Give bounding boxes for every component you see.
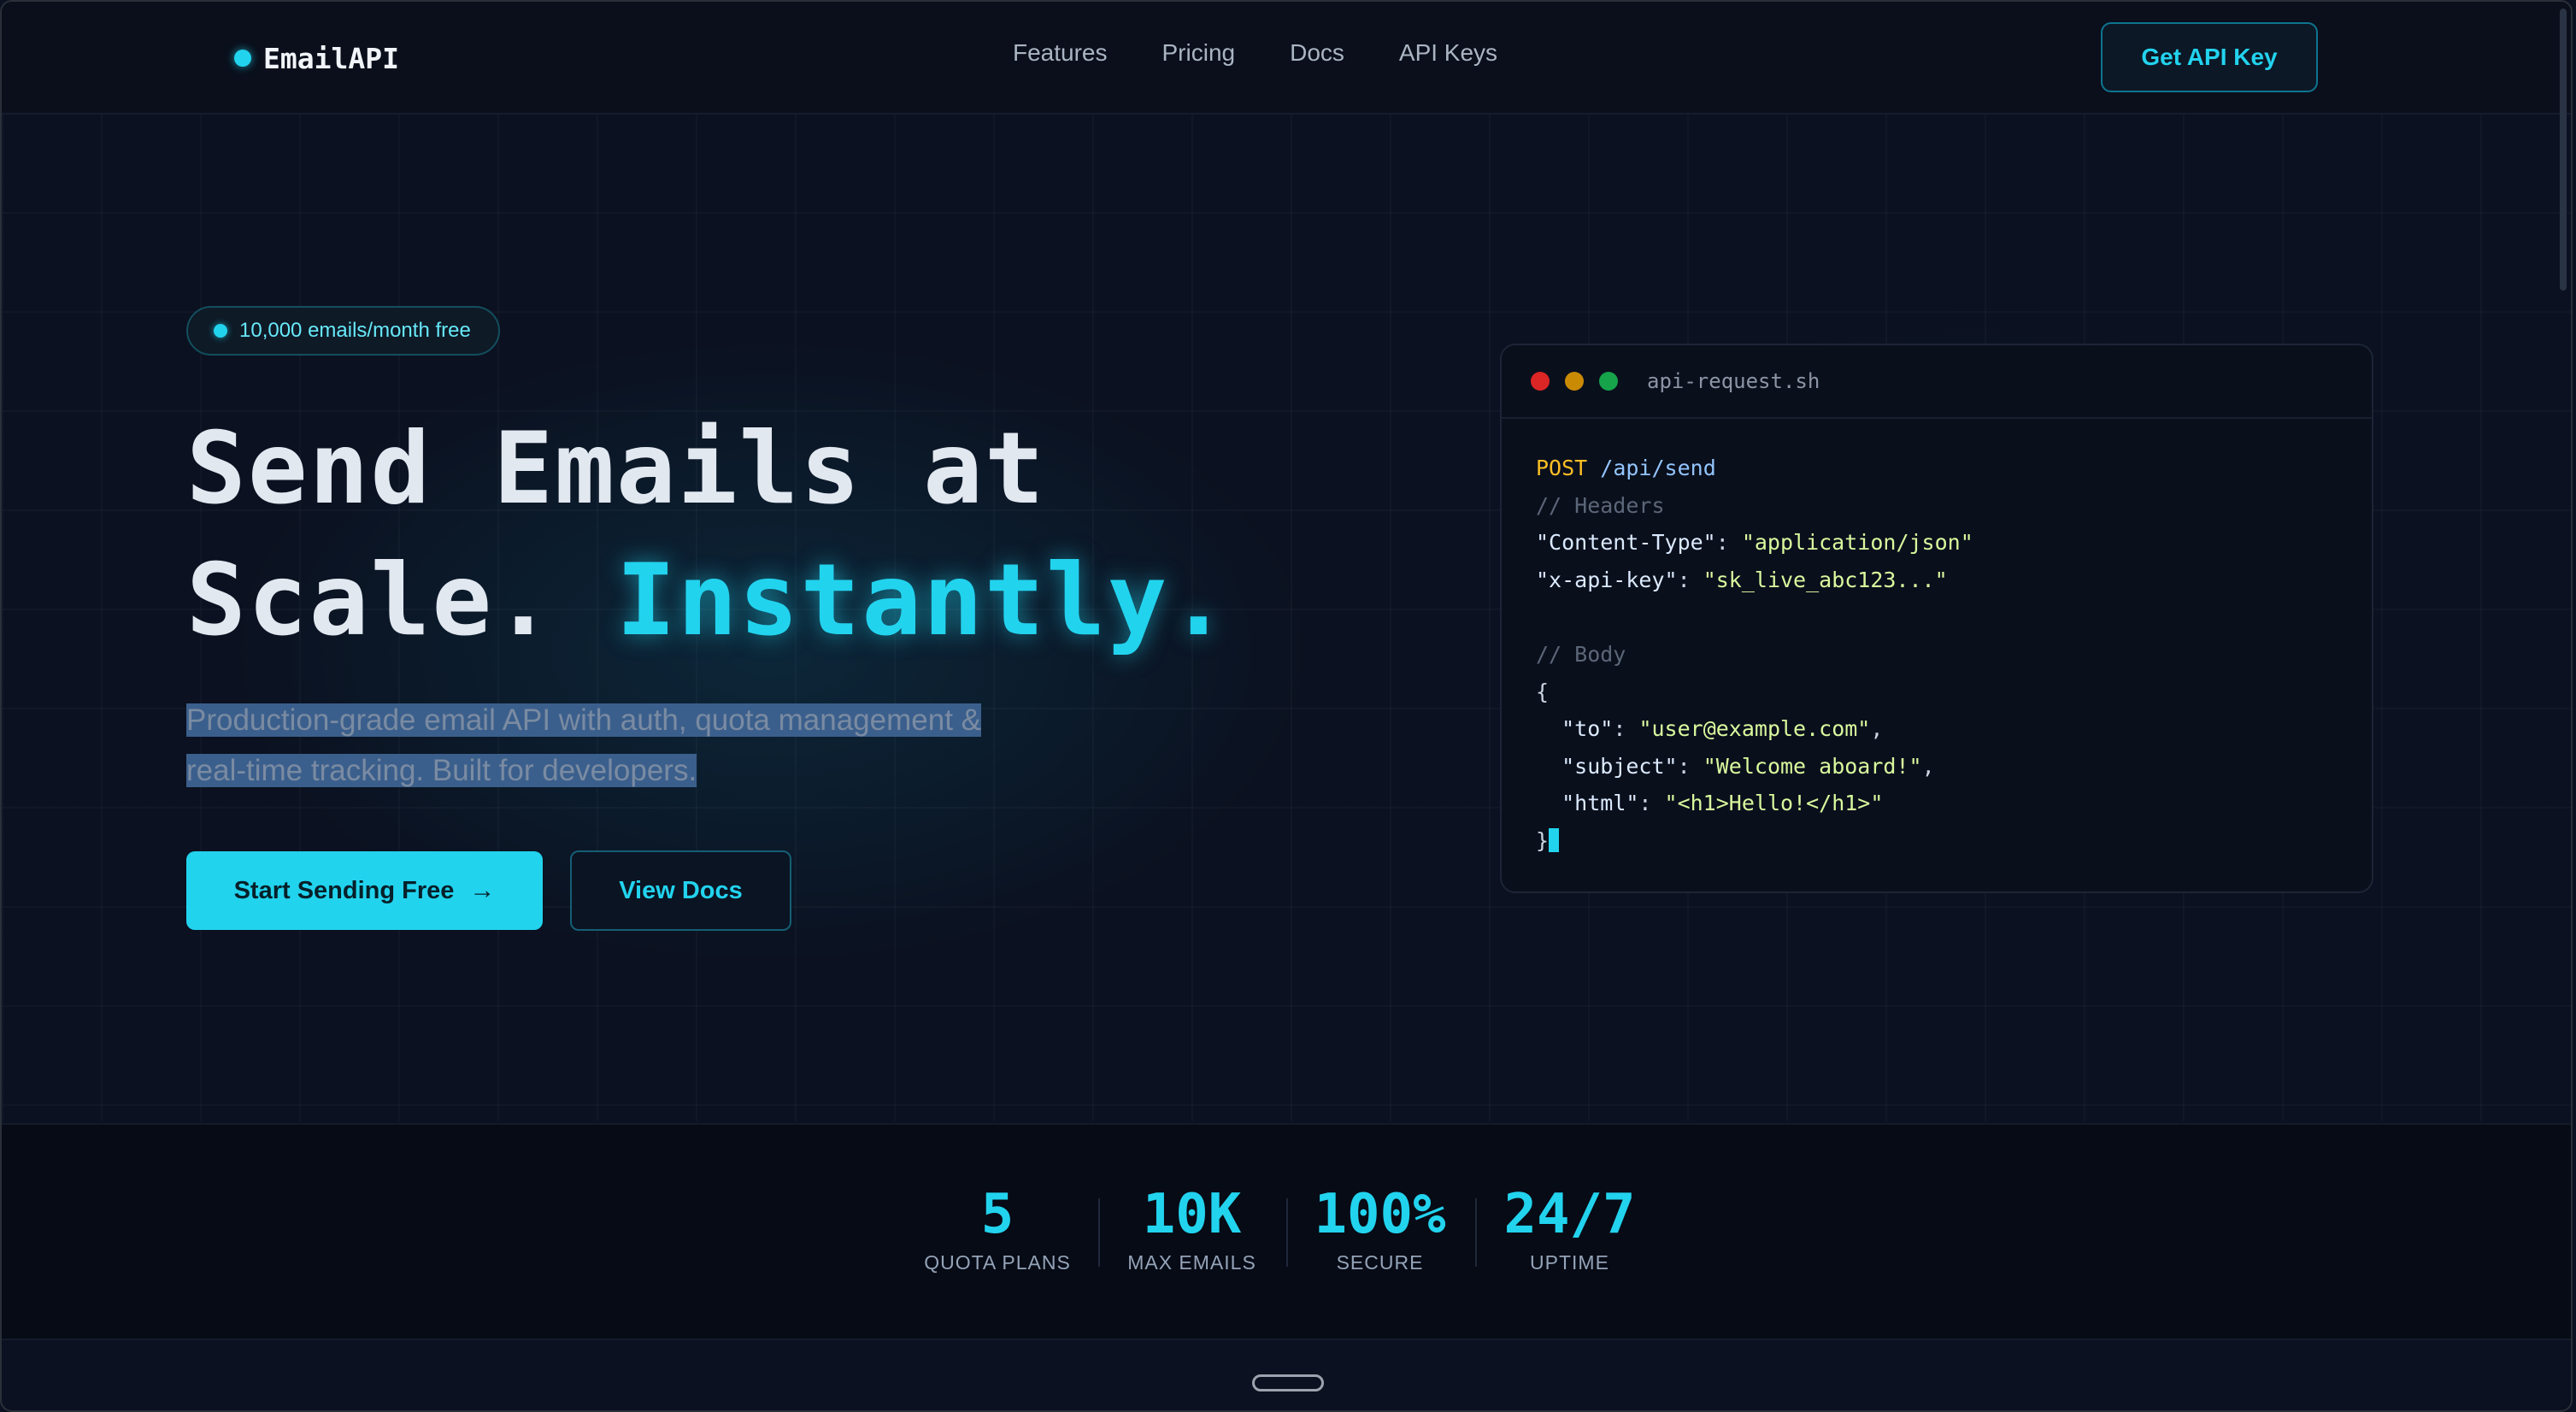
stat-label: UPTIME — [1530, 1251, 1609, 1274]
code-header-value: "sk_live_abc123..." — [1703, 567, 1948, 592]
code-body-value: "user@example.com" — [1638, 716, 1871, 742]
headline-line-2-plain: Scale. — [186, 543, 616, 658]
code-body-key: "subject" — [1561, 753, 1678, 779]
stat-divider — [1286, 1198, 1288, 1267]
get-api-key-button[interactable]: Get API Key — [2101, 22, 2318, 92]
maximize-dot-icon — [1599, 372, 1618, 391]
start-sending-free-button[interactable]: Start Sending Free → — [186, 851, 543, 930]
stat-value: 24/7 — [1503, 1183, 1636, 1246]
close-dot-icon — [1531, 372, 1550, 391]
home-indicator[interactable] — [1252, 1374, 1324, 1391]
stat-divider — [1475, 1198, 1477, 1267]
brand-name: EmailAPI — [263, 41, 399, 75]
stat-secure: 100% SECURE — [1301, 1183, 1459, 1274]
stat-max-emails: 10K MAX EMAILS — [1113, 1183, 1271, 1274]
hero-headline: Send Emails at Scale. Instantly. — [186, 403, 1383, 667]
code-window: api-request.sh POST /api/send // Headers… — [1500, 344, 2373, 893]
stats-band: 5 QUOTA PLANS 10K MAX EMAILS 100% SECURE… — [2, 1123, 2571, 1340]
code-comment-body: // Body — [1536, 641, 1626, 667]
headline-line-1: Send Emails at — [186, 411, 1046, 527]
stat-value: 10K — [1142, 1183, 1242, 1246]
stat-label: SECURE — [1336, 1251, 1424, 1274]
nav-link-docs[interactable]: Docs — [1290, 39, 1344, 67]
stat-label: QUOTA PLANS — [924, 1251, 1071, 1274]
stat-quota-plans: 5 QUOTA PLANS — [908, 1183, 1087, 1274]
code-open-brace: { — [1536, 679, 1550, 704]
code-close-brace: } — [1536, 827, 1550, 853]
free-tier-badge: 10,000 emails/month free — [186, 306, 500, 356]
code-path: /api/send — [1600, 456, 1716, 480]
code-window-filename: api-request.sh — [1647, 369, 1820, 393]
code-body-key: "to" — [1561, 716, 1614, 742]
vertical-scrollbar[interactable] — [2560, 9, 2567, 291]
minimize-dot-icon — [1565, 372, 1584, 391]
code-body-value: "Welcome aboard!" — [1703, 753, 1922, 779]
nav-link-api-keys[interactable]: API Keys — [1399, 39, 1497, 67]
text-cursor — [1549, 827, 1560, 852]
code-method: POST — [1536, 456, 1588, 480]
browser-viewport: EmailAPI Features Pricing Docs API Keys … — [0, 0, 2573, 1412]
brand-dot-icon — [234, 50, 251, 67]
nav-links: Features Pricing Docs API Keys — [1013, 39, 1552, 67]
code-body-value: "<h1>Hello!</h1>" — [1664, 791, 1884, 816]
code-header-key: "Content-Type" — [1536, 530, 1716, 556]
stat-value: 5 — [980, 1183, 1015, 1246]
view-docs-button[interactable]: View Docs — [570, 850, 791, 931]
badge-dot-icon — [214, 324, 227, 338]
subtitle-line-1: Production-grade email API with auth, qu… — [186, 703, 981, 737]
start-sending-free-label: Start Sending Free — [233, 876, 455, 904]
nav-link-features[interactable]: Features — [1013, 39, 1108, 67]
hero-subtitle: Production-grade email API with auth, qu… — [186, 695, 1126, 796]
code-body-key: "html" — [1561, 791, 1639, 816]
headline-accent: Instantly. — [615, 543, 1231, 658]
brand-logo[interactable]: EmailAPI — [234, 36, 399, 80]
top-navbar: EmailAPI Features Pricing Docs API Keys … — [2, 2, 2571, 115]
code-window-titlebar: api-request.sh — [1502, 345, 2372, 419]
badge-text: 10,000 emails/month free — [239, 319, 471, 342]
stat-uptime: 24/7 UPTIME — [1491, 1183, 1649, 1274]
stat-value: 100% — [1314, 1183, 1446, 1246]
code-block: POST /api/send // Headers "Content-Type"… — [1536, 456, 1973, 853]
arrow-right-icon: → — [469, 876, 496, 904]
nav-link-pricing[interactable]: Pricing — [1162, 39, 1236, 67]
code-header-key: "x-api-key" — [1536, 567, 1678, 592]
subtitle-line-2: real-time tracking. Built for developers… — [186, 754, 697, 787]
stat-divider — [1098, 1198, 1100, 1267]
code-header-value: "application/json" — [1741, 530, 1973, 556]
stat-label: MAX EMAILS — [1127, 1251, 1256, 1274]
code-comment-headers: // Headers — [1536, 492, 1665, 518]
